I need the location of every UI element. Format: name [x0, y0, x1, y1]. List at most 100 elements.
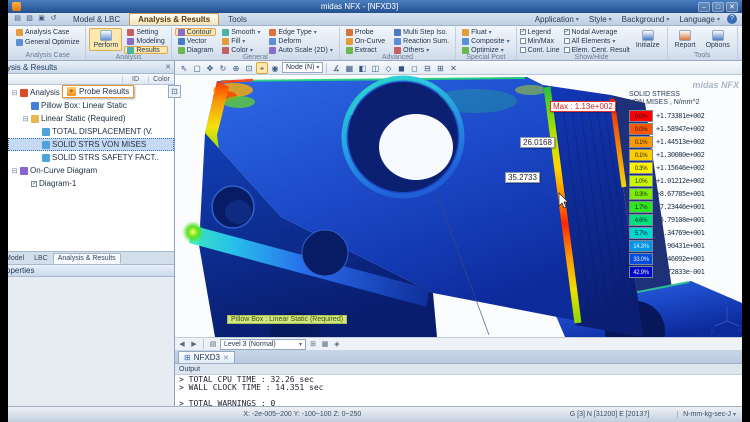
checkbox-icon[interactable]: ✓: [31, 181, 37, 187]
collapse-icon[interactable]: ⊟: [11, 89, 18, 97]
undo-icon[interactable]: ↺: [48, 14, 59, 24]
tree-item-diagram-1[interactable]: ✓Diagram-1: [8, 177, 174, 190]
ribbon-reaction-sum[interactable]: Reaction Sum.: [391, 37, 452, 45]
ribbon-perform[interactable]: Perform: [89, 28, 122, 51]
probe-value-flag[interactable]: 26.0168: [520, 137, 555, 148]
ribbon-extract[interactable]: Extract: [343, 46, 388, 54]
ribbon-results[interactable]: Results: [124, 46, 167, 54]
pan-icon[interactable]: ✥: [204, 62, 216, 74]
output-log[interactable]: > TOTAL CPU TIME : 32.26 sec> WALL CLOCK…: [175, 375, 742, 409]
ribbon-vector[interactable]: Vector: [175, 37, 216, 45]
node-pick-icon[interactable]: ◉: [269, 62, 281, 74]
panel-pin-icon[interactable]: ⊡: [168, 85, 181, 98]
probe-results-popup[interactable]: ⌖ Probe Results: [62, 85, 134, 98]
tab-analysis-results[interactable]: Analysis & Results: [129, 13, 219, 25]
view-list-icon[interactable]: ▤: [208, 340, 218, 348]
node-type-selector[interactable]: Node (N)▾: [282, 62, 323, 73]
minimize-icon[interactable]: –: [698, 2, 710, 12]
render-level-selector[interactable]: Level 3 (Normal) ▾: [220, 339, 306, 350]
view-front-icon[interactable]: ◫: [369, 62, 381, 74]
tree-item-on-curve-diagram[interactable]: ⊟On-Curve Diagram: [8, 164, 174, 177]
tab-tools[interactable]: Tools: [219, 13, 256, 25]
ribbon-general-optimize[interactable]: General Optimize: [13, 38, 82, 46]
ribbon-composite[interactable]: Composite▾: [459, 37, 512, 45]
unit-system-selector[interactable]: N-mm-kg-sec-J ▾: [677, 411, 736, 418]
fit-icon[interactable]: ⊡: [243, 62, 255, 74]
tree-item-solid-strs-safety-fact[interactable]: SOLID STRS SAFETY FACT..: [8, 151, 174, 164]
section-icon[interactable]: ⊟: [421, 62, 433, 74]
grid-small-icon[interactable]: ⊞: [308, 340, 318, 348]
ribbon-check-cont-line[interactable]: Cont. Line: [520, 46, 560, 54]
ribbon-color[interactable]: Color▾: [219, 46, 263, 54]
ribbon-setting[interactable]: Setting: [124, 28, 167, 36]
ribbon-probe[interactable]: Probe: [343, 28, 388, 36]
ribbon-diagram[interactable]: Diagram: [175, 46, 216, 54]
ribbon-options[interactable]: Options: [702, 28, 734, 51]
ribbon-edge-type[interactable]: Edge Type▾: [266, 28, 335, 36]
ribbon-analysis-case[interactable]: Analysis Case: [13, 28, 72, 36]
ribbon-fluat[interactable]: Fluat▾: [459, 28, 512, 36]
ribbon-optimize[interactable]: Optimize▾: [459, 46, 512, 54]
capture-icon[interactable]: ⊞: [434, 62, 446, 74]
iso-icon[interactable]: ◇: [382, 62, 394, 74]
mesh-small-icon[interactable]: ▦: [320, 340, 330, 348]
zoom-icon[interactable]: ⊕: [230, 62, 242, 74]
probe-value-flag[interactable]: 35.2733: [505, 172, 540, 183]
tree-item-linear-static-required[interactable]: ⊟Linear Static (Required): [8, 112, 174, 125]
ribbon-check-all-elements[interactable]: All Elements▾: [564, 37, 630, 45]
viewport-canvas[interactable]: z x y midas NFX SOLID STRESS VON MISES ,…: [175, 75, 742, 337]
clip-icon[interactable]: ◧: [356, 62, 368, 74]
panel-tab-model[interactable]: Model: [8, 253, 29, 264]
menu-background[interactable]: Background▾: [617, 15, 675, 24]
ribbon-on-curve[interactable]: On-Curve: [343, 37, 388, 45]
open-icon[interactable]: ▧: [24, 14, 35, 24]
rotate-icon[interactable]: ↻: [217, 62, 229, 74]
max-value-flag[interactable]: Max : 1.13e+002: [550, 101, 616, 112]
close-tab-icon[interactable]: ✕: [223, 354, 229, 362]
ribbon-initialze[interactable]: Initialze: [632, 28, 664, 51]
wire-icon[interactable]: ◻: [408, 62, 420, 74]
ribbon-multi-step-iso[interactable]: Multi Step Iso.: [391, 28, 452, 36]
box-select-icon[interactable]: ▢: [191, 62, 203, 74]
grid-icon[interactable]: ▦: [343, 62, 355, 74]
render-mode-icon[interactable]: ◈: [332, 340, 342, 348]
next-view-icon[interactable]: ▶: [189, 340, 199, 348]
panel-tab-analysis-results[interactable]: Analysis & Results: [53, 253, 121, 264]
tab-model-lbc[interactable]: Model & LBC: [64, 13, 129, 25]
panel-tab-lbc[interactable]: LBC: [29, 253, 53, 264]
collapse-icon[interactable]: ⊟: [11, 167, 18, 175]
menu-style[interactable]: Style▾: [584, 15, 617, 24]
ribbon-smooth[interactable]: Smooth▾: [219, 28, 263, 36]
tree-item-total-displacement-v[interactable]: TOTAL DISPLACEMENT (V.: [8, 125, 174, 138]
ribbon-others[interactable]: Others▾: [391, 46, 452, 54]
ribbon-check-elem-cent-result[interactable]: Elem. Cent. Result: [564, 46, 630, 54]
probe-icon[interactable]: ⌖: [256, 62, 268, 74]
ribbon-deform[interactable]: Deform: [266, 37, 335, 45]
menu-application[interactable]: Application▾: [530, 15, 584, 24]
save-icon[interactable]: ▣: [36, 14, 47, 24]
help-icon[interactable]: ?: [727, 14, 737, 24]
select-icon[interactable]: ⇖: [178, 62, 190, 74]
menu-language[interactable]: Language▾: [674, 15, 725, 24]
tree-item-solid-strs-von-mises[interactable]: SOLID STRS VON MISES: [8, 138, 174, 151]
ribbon-report[interactable]: Report: [671, 28, 700, 51]
shade-icon[interactable]: ◼: [395, 62, 407, 74]
tree-item-pillow-box-linear-static[interactable]: Pillow Box: Linear Static: [8, 99, 174, 112]
close-icon[interactable]: ✕: [726, 2, 738, 12]
ribbon-check-min-max[interactable]: Min/Max: [520, 37, 560, 45]
ribbon-check-legend[interactable]: ✓Legend: [520, 28, 560, 36]
ribbon-fill[interactable]: Fill▾: [219, 37, 263, 45]
ribbon-modeling[interactable]: Modeling: [124, 37, 167, 45]
collapse-icon[interactable]: ⊟: [22, 115, 29, 123]
measure-icon[interactable]: ∡: [330, 62, 342, 74]
ribbon-contour[interactable]: Contour: [175, 28, 216, 36]
doc-tab-nfxd3[interactable]: ⊞ NFXD3 ✕: [178, 351, 235, 363]
panel-close-icon[interactable]: ✕: [165, 63, 171, 71]
new-icon[interactable]: ▤: [12, 14, 23, 24]
ribbon-check-nodal-average[interactable]: ✓Nodal Average: [564, 28, 630, 36]
on-curve-icon: [346, 38, 353, 45]
prev-view-icon[interactable]: ◀: [177, 340, 187, 348]
close-icon[interactable]: ✕: [447, 62, 459, 74]
ribbon-auto-scale-2d[interactable]: Auto Scale (2D)▾: [266, 46, 335, 54]
restore-icon[interactable]: □: [712, 2, 724, 12]
